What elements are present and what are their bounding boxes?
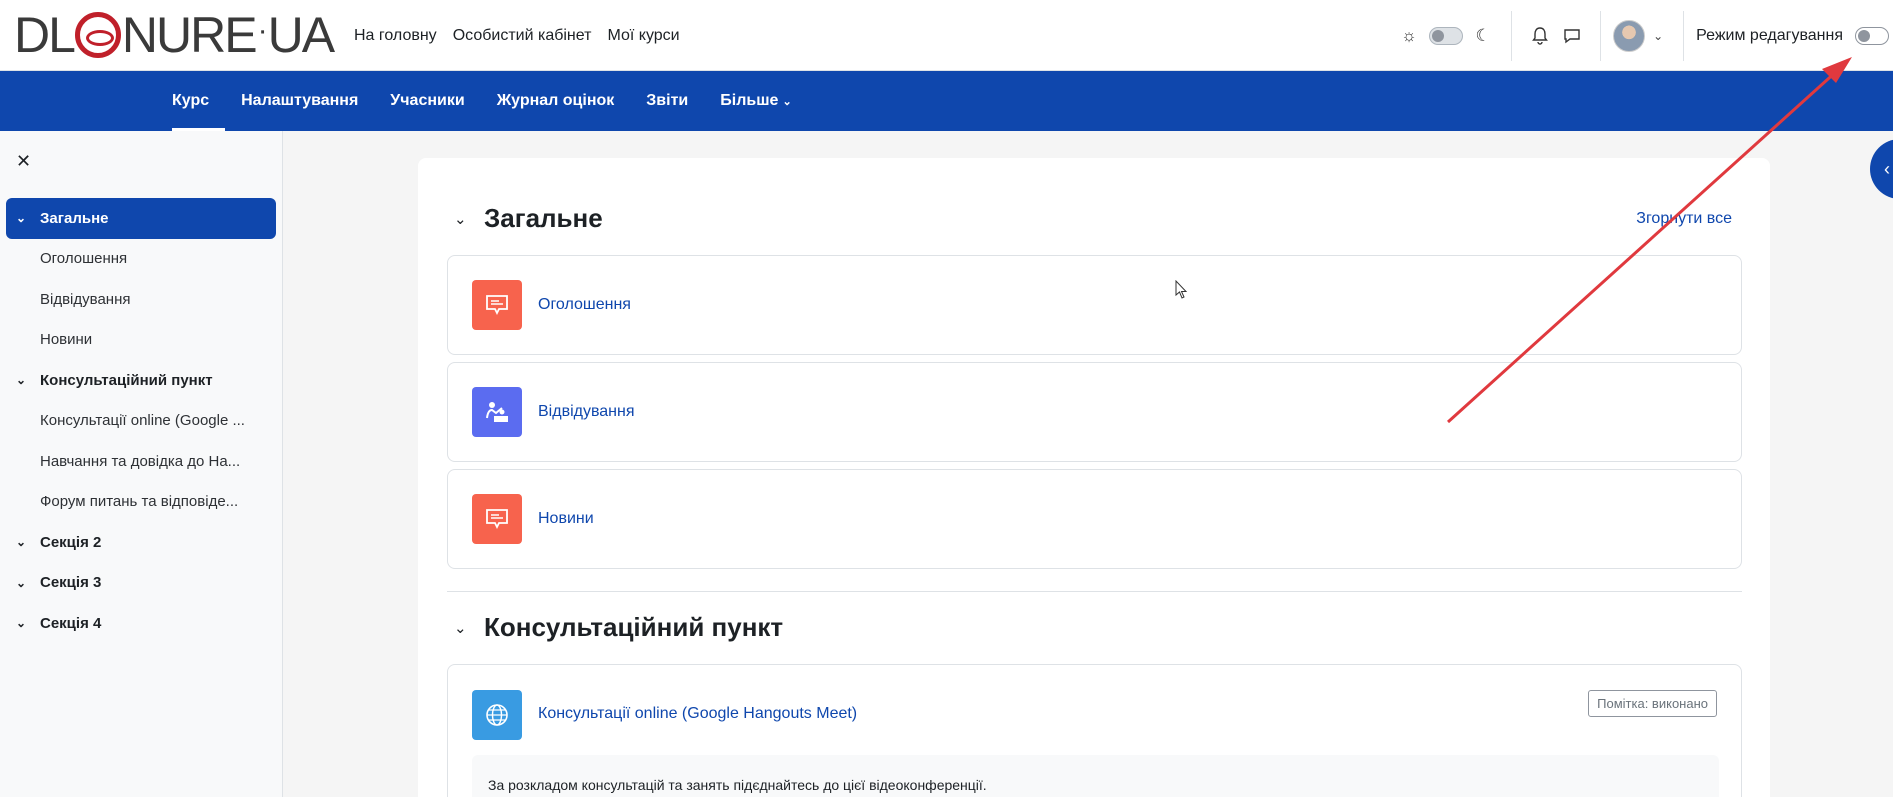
close-icon[interactable]: ✕ (16, 151, 31, 172)
course-secondary-nav: Курс Налаштування Учасники Журнал оцінок… (0, 71, 1893, 131)
edit-mode-toggle[interactable] (1855, 26, 1889, 45)
avatar[interactable] (1613, 19, 1646, 52)
attendance-icon (472, 387, 522, 437)
logo-text-right: NURE (121, 7, 258, 63)
section-label: Консультаційний пункт (40, 371, 213, 389)
course-index-section[interactable]: ⌄ Консультаційний пункт (6, 360, 276, 401)
nav-dashboard[interactable]: Особистий кабінет (453, 27, 592, 45)
activity-label: Відвідування (40, 290, 131, 308)
activity-label: Консультації online (Google ... (40, 412, 245, 430)
tab-more[interactable]: Більше ⌄ (704, 71, 807, 131)
completion-badge[interactable]: Помітка: виконано (1588, 690, 1717, 717)
chevron-down-icon[interactable]: ⌄ (454, 619, 484, 637)
activity-label: Новини (40, 331, 93, 349)
logo-text-tld: UA (267, 7, 335, 63)
section-label: Секція 2 (40, 533, 102, 551)
course-index-activity[interactable]: Оголошення (6, 239, 276, 280)
tab-participants[interactable]: Учасники (374, 71, 480, 131)
tab-label: Журнал оцінок (496, 92, 615, 109)
course-index-section[interactable]: ⌄ Секція 3 (6, 563, 276, 604)
chevron-down-icon[interactable]: ⌄ (16, 211, 40, 225)
nav-my-courses[interactable]: Мої курси (607, 27, 679, 45)
section-divider (447, 591, 1742, 592)
bell-icon[interactable] (1524, 20, 1556, 52)
globe-icon (472, 690, 522, 740)
chevron-down-icon[interactable]: ⌄ (1653, 29, 1663, 43)
block-drawer-toggle[interactable]: ‹ (1870, 139, 1893, 199)
divider (1511, 10, 1513, 61)
course-index-activity[interactable]: Консультації online (Google ... (6, 401, 276, 442)
chevron-down-icon[interactable]: ⌄ (16, 535, 40, 549)
top-navbar: DL NURE · UA На головну Особистий кабінет М… (0, 0, 1893, 71)
section-label: Секція 3 (40, 574, 102, 592)
section-title: Консультаційний пункт (484, 612, 784, 642)
tab-reports[interactable]: Звіти (630, 71, 704, 131)
theme-toggle[interactable] (1429, 26, 1464, 45)
section-label: Загальне (40, 209, 109, 227)
activity-item: Консультації online (Google Hangouts Mee… (447, 664, 1742, 797)
site-logo[interactable]: DL NURE · UA (14, 7, 335, 63)
course-index-activity[interactable]: Відвідування (6, 279, 276, 320)
chevron-down-icon[interactable]: ⌄ (454, 210, 484, 228)
activity-label: Форум питань та відповіде... (40, 493, 239, 511)
course-index-drawer: ✕ ⌄ Загальне Оголошення Відвідування Нови… (0, 131, 283, 797)
forum-icon (472, 280, 522, 330)
course-content: ⌄ Загальне Згорнути все Оголошення Відві… (418, 158, 1770, 797)
course-index-list: ⌄ Загальне Оголошення Відвідування Новини… (6, 198, 276, 644)
section-header: ⌄ Консультаційний пункт (454, 612, 783, 643)
divider (1600, 10, 1602, 61)
chevron-down-icon[interactable]: ⌄ (16, 576, 40, 590)
tab-label: Налаштування (241, 92, 359, 109)
course-index-section[interactable]: ⌄ Загальне (6, 198, 276, 239)
moon-icon: ☾ (1475, 25, 1491, 45)
nav-home[interactable]: На головну (354, 27, 437, 45)
course-index-activity[interactable]: Форум питань та відповіде... (6, 482, 276, 523)
tab-label: Більше (720, 92, 779, 109)
section-label: Секція 4 (40, 614, 102, 632)
activity-link[interactable]: Відвідування (538, 403, 635, 421)
logo-text-left: DL (14, 7, 76, 63)
activity-link[interactable]: Новини (538, 510, 594, 528)
forum-icon (472, 494, 522, 544)
mouse-cursor-icon (1175, 280, 1188, 299)
activity-link[interactable]: Оголошення (538, 296, 631, 314)
primary-navigation: На головну Особистий кабінет Мої курси (354, 0, 680, 71)
section-header: ⌄ Загальне (454, 203, 603, 234)
course-index-activity[interactable]: Новини (6, 320, 276, 361)
user-tools: ☼ ☾ ⌄ Режим редагування (1393, 0, 1893, 71)
tab-settings[interactable]: Налаштування (225, 71, 374, 131)
activity-item: Відвідування (447, 362, 1742, 462)
course-index-section[interactable]: ⌄ Секція 2 (6, 522, 276, 563)
activity-label: Навчання та довідка до На... (40, 452, 241, 470)
activity-description: За розкладом консультацій та занять підє… (472, 755, 1719, 797)
section-title: Загальне (484, 203, 603, 233)
logo-dot: · (257, 14, 268, 47)
logo-o-ring (74, 12, 121, 58)
messages-icon[interactable] (1556, 20, 1588, 52)
chevron-down-icon[interactable]: ⌄ (16, 616, 40, 630)
sun-icon: ☼ (1401, 25, 1417, 45)
course-index-section[interactable]: ⌄ Секція 4 (6, 603, 276, 644)
tab-label: Курс (172, 92, 210, 109)
activity-item: Новини (447, 469, 1742, 569)
tab-label: Учасники (390, 92, 465, 109)
activity-item: Оголошення (447, 255, 1742, 355)
course-index-activity[interactable]: Навчання та довідка до На... (6, 441, 276, 482)
chevron-down-icon[interactable]: ⌄ (16, 373, 40, 387)
tab-course[interactable]: Курс (156, 71, 226, 131)
divider (1683, 10, 1685, 61)
chevron-down-icon: ⌄ (782, 95, 792, 108)
tab-grades[interactable]: Журнал оцінок (481, 71, 631, 131)
edit-mode-label: Режим редагування (1696, 26, 1843, 44)
activity-label: Оголошення (40, 250, 128, 268)
activity-link[interactable]: Консультації online (Google Hangouts Mee… (538, 705, 857, 723)
tab-label: Звіти (646, 92, 689, 109)
collapse-all-link[interactable]: Згорнути все (1636, 210, 1732, 228)
chevron-left-icon: ‹ (1884, 158, 1890, 179)
